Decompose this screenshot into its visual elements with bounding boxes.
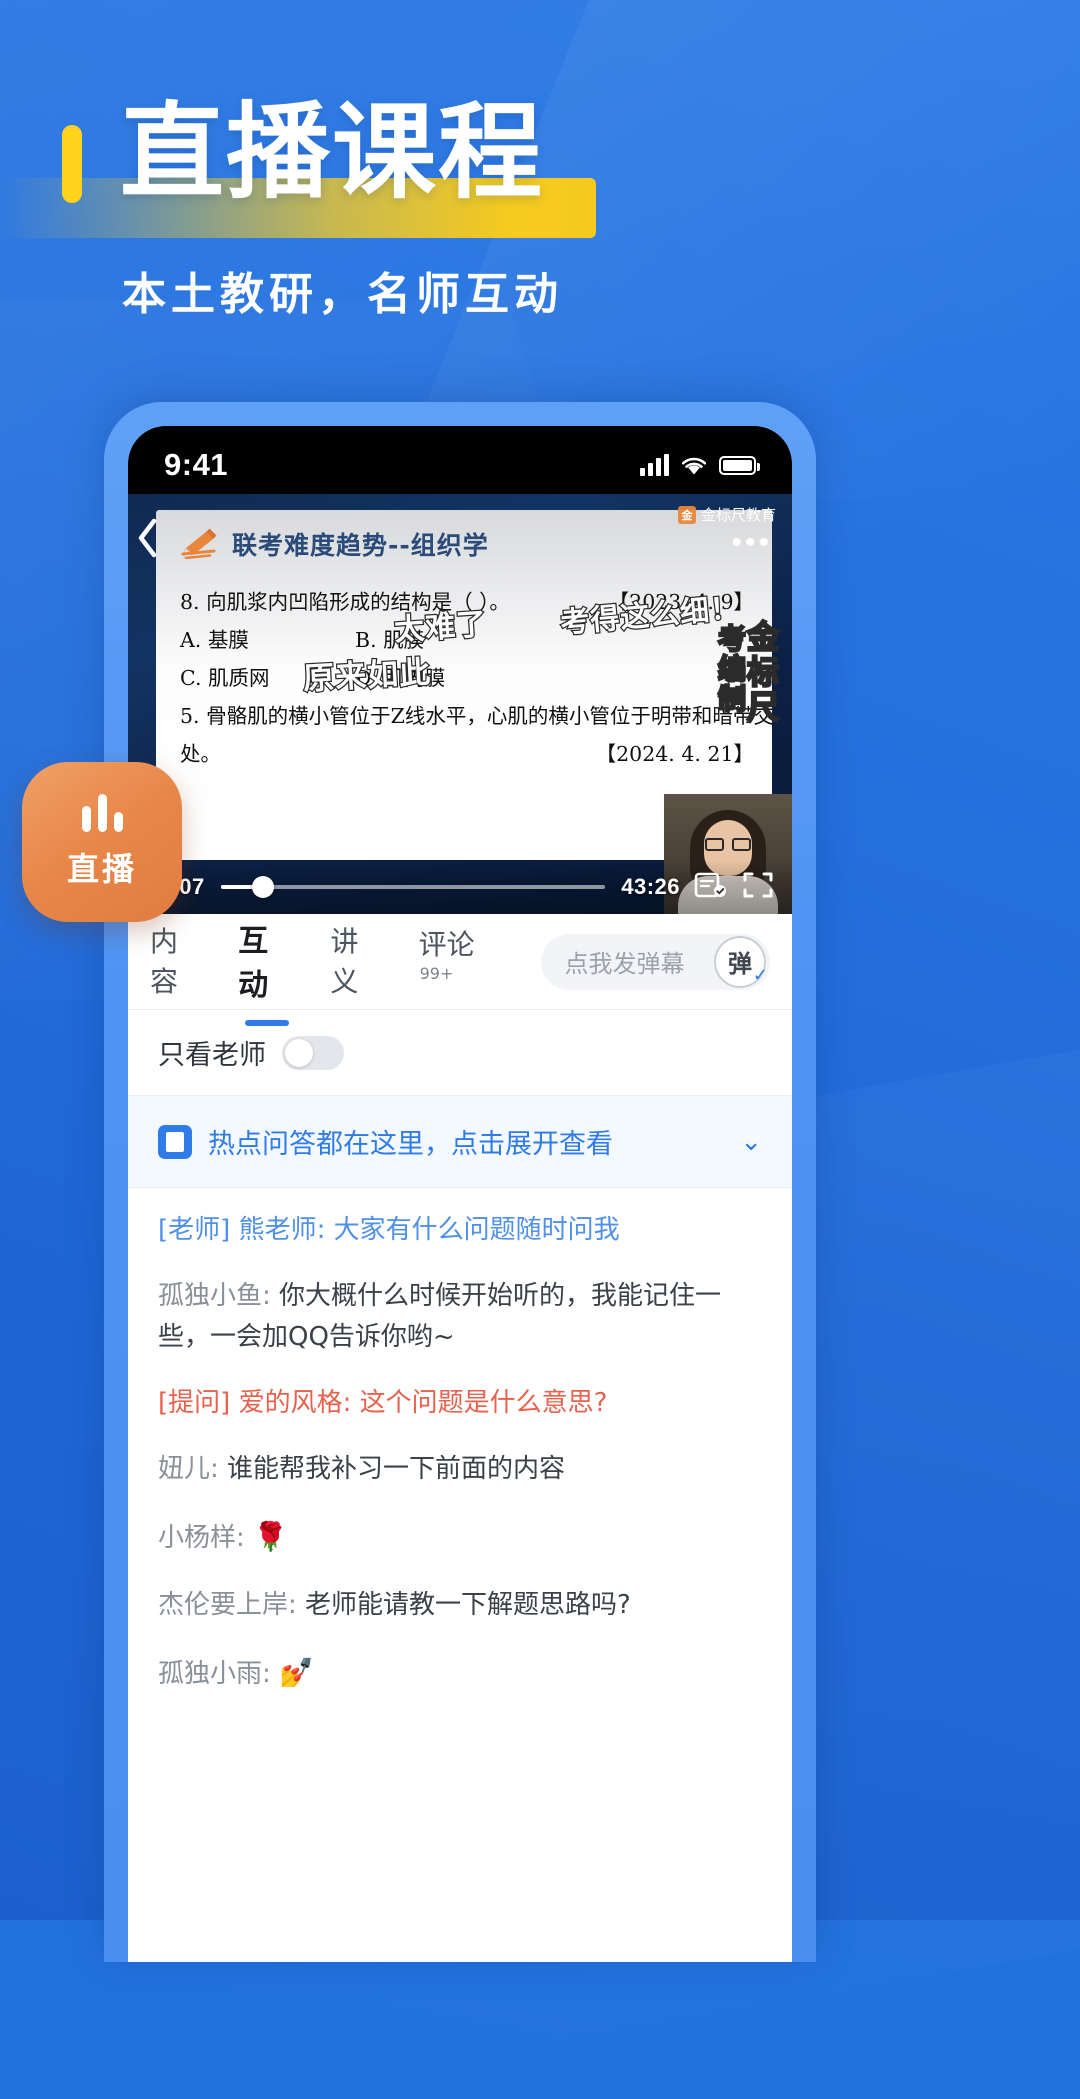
brand-name: 金标尺教育 xyxy=(700,507,776,524)
wifi-icon xyxy=(681,457,707,474)
page-subtitle: 本土教研，名师互动 xyxy=(122,269,563,320)
note-capture-icon[interactable] xyxy=(694,870,728,905)
phone-mockup: 9:41 金 金标尺教育 ••• 联考难度趋势--组织学 【2023. 4. 9… xyxy=(104,402,816,1962)
pencil-underline-icon xyxy=(181,529,217,559)
tab-comments-label: 评论 xyxy=(418,928,475,961)
back-chevron-icon[interactable] xyxy=(132,516,162,560)
chat-text: 🌹 xyxy=(253,1520,288,1554)
chat-name: 孤独小雨: xyxy=(158,1659,280,1690)
comments-badge: 99+ xyxy=(419,963,454,983)
question-5-tail: 处。 xyxy=(180,741,221,766)
options-row-2: C. 肌质网 D. 肌内膜 xyxy=(180,660,754,698)
chat-name: 孤独小鱼: xyxy=(158,1281,280,1312)
chat-text: 这个问题是什么意思? xyxy=(359,1387,608,1418)
hero-title-row xyxy=(62,104,116,220)
status-bar: 9:41 xyxy=(128,426,792,494)
more-dots-icon[interactable]: ••• xyxy=(731,528,772,558)
chat-prefix: [提问] xyxy=(158,1387,239,1418)
tab-handout[interactable]: 讲义 xyxy=(330,920,384,1004)
video-player[interactable]: 金 金标尺教育 ••• 联考难度趋势--组织学 【2023. 4. 9】 8. … xyxy=(128,494,792,914)
chat-name: 小杨样: xyxy=(158,1523,254,1554)
chat-name: 爱的风格: xyxy=(238,1387,360,1418)
brand-mark-icon: 金 xyxy=(677,505,696,524)
tab-content[interactable]: 内容 xyxy=(150,920,204,1004)
video-controls[interactable]: 00:07 43:26 xyxy=(128,860,792,914)
chat-name: 熊老师: xyxy=(238,1215,334,1245)
only-teacher-label: 只看老师 xyxy=(158,1040,266,1071)
chat-name: 妞儿: xyxy=(158,1454,228,1485)
chat-prefix: [老师] xyxy=(158,1215,239,1245)
tab-interaction[interactable]: 互动 xyxy=(238,916,296,1026)
cellular-signal-icon xyxy=(640,454,669,476)
list-item: 孤独小鱼: 你大概什么时候开始听的，我能记住一些，一会加QQ告诉你哟~ xyxy=(158,1276,762,1357)
slide-title-row: 联考难度趋势--组织学 xyxy=(180,526,754,562)
content-tab-bar: 内容 互动 讲义 评论99+ 点我发弹幕 弹 ✓ xyxy=(128,914,792,1026)
list-item: [老师] 熊老师: 大家有什么问题随时问我 xyxy=(158,1210,762,1250)
danmu-button-label: 弹 xyxy=(728,951,752,978)
progress-knob[interactable] xyxy=(252,876,275,898)
fullscreen-icon[interactable] xyxy=(742,870,774,905)
only-teacher-toggle[interactable] xyxy=(282,1035,344,1070)
question-5-line2: 【2024. 4. 21】 处。 xyxy=(180,736,754,774)
live-wave-icon xyxy=(81,794,123,832)
pip-glasses xyxy=(705,838,751,851)
total-time: 43:26 xyxy=(621,874,680,899)
barrage-item-1: 太难了 xyxy=(392,606,490,650)
question-5-date: 【2024. 4. 21】 xyxy=(595,741,754,766)
page-title: 直播课程 xyxy=(120,91,545,213)
list-item: [提问] 爱的风格: 这个问题是什么意思? xyxy=(158,1383,762,1423)
tab-handout-label: 讲义 xyxy=(330,924,359,998)
slide-title-text: 联考难度趋势--组织学 xyxy=(232,531,489,560)
chat-text: 💅 xyxy=(279,1656,314,1690)
tab-interaction-label: 互动 xyxy=(238,923,269,1003)
yellow-tick-mark xyxy=(62,125,82,203)
list-item: 小杨样: 🌹 xyxy=(158,1515,762,1558)
list-item: 妞儿: 谁能帮我补习一下前面的内容 xyxy=(158,1449,762,1489)
hot-qa-icon xyxy=(158,1124,192,1159)
battery-icon xyxy=(719,455,760,475)
chat-name: 杰伦要上岸: xyxy=(158,1589,306,1620)
chevron-down-icon[interactable]: ⌄ xyxy=(740,1126,762,1157)
question-5-line1: 5. 骨骼肌的横小管位于Z线水平，心肌的横小管位于明带和暗带交界 xyxy=(180,703,772,728)
list-item: 孤独小雨: 💅 xyxy=(158,1651,762,1694)
hot-qa-text: 热点问答都在这里，点击展开查看 xyxy=(208,1129,613,1160)
progress-slider[interactable] xyxy=(220,876,606,898)
danmu-input[interactable]: 点我发弹幕 弹 ✓ xyxy=(540,933,770,990)
tab-active-underline xyxy=(245,1019,290,1026)
chat-text: 老师能请教一下解题思路吗? xyxy=(305,1589,631,1620)
list-item: 杰伦要上岸: 老师能请教一下解题思路吗? xyxy=(158,1585,762,1625)
chat-text: 大家有什么问题随时问我 xyxy=(333,1215,620,1245)
chat-text: 谁能帮我补习一下前面的内容 xyxy=(227,1454,566,1485)
tab-content-label: 内容 xyxy=(150,924,179,998)
live-badge-label: 直播 xyxy=(66,850,137,888)
status-icons xyxy=(640,454,760,476)
chat-message-list[interactable]: [老师] 熊老师: 大家有什么问题随时问我 孤独小鱼: 你大概什么时候开始听的，… xyxy=(128,1188,792,1695)
barrage-item-2: 原来如此 xyxy=(301,653,433,698)
check-icon: ✓ xyxy=(752,964,768,985)
hot-qa-banner[interactable]: 热点问答都在这里，点击展开查看 ⌄ xyxy=(128,1096,792,1188)
phone-screen: 9:41 金 金标尺教育 ••• 联考难度趋势--组织学 【2023. 4. 9… xyxy=(128,426,792,1962)
course-brand-logo: 金 金标尺教育 xyxy=(677,504,776,525)
danmu-placeholder: 点我发弹幕 xyxy=(564,950,685,978)
status-time: 9:41 xyxy=(164,447,229,482)
tab-comments[interactable]: 评论99+ xyxy=(419,923,507,1000)
live-badge[interactable]: 直播 xyxy=(22,762,182,922)
barrage-item-5: 金标尺 xyxy=(741,619,782,727)
only-teacher-row[interactable]: 只看老师 xyxy=(128,1010,792,1096)
